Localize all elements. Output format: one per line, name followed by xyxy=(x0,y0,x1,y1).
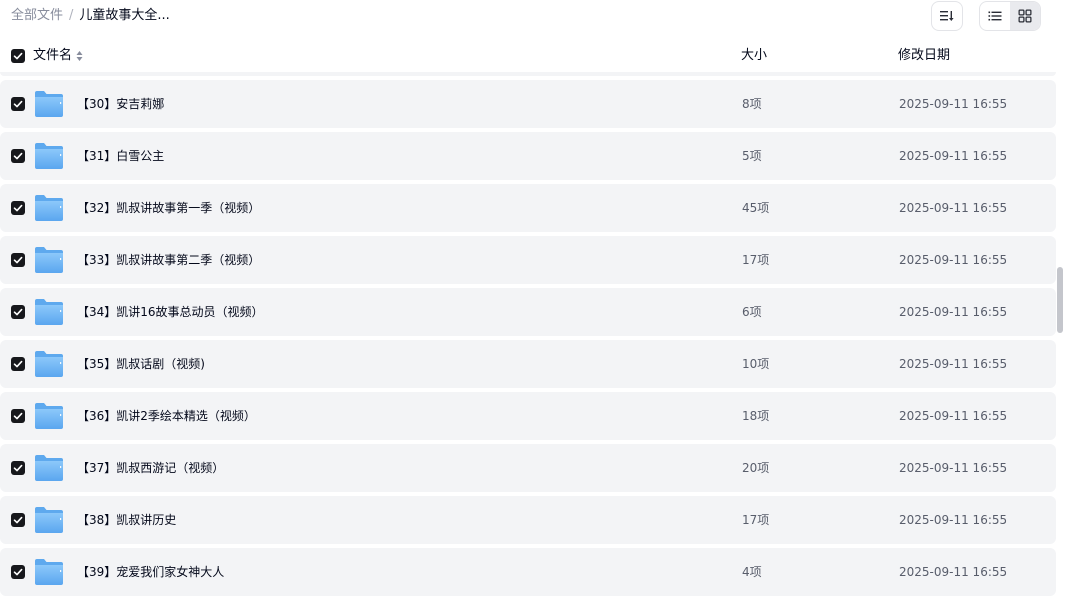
previous-row-edge xyxy=(0,72,1056,76)
file-modified: 2025-09-11 16:55 xyxy=(899,149,1008,163)
check-icon xyxy=(13,256,23,264)
file-name[interactable]: 【35】凯叔话剧（视频) xyxy=(77,355,205,373)
file-row[interactable]: 【30】安吉莉娜 8项 2025-09-11 16:55 xyxy=(0,80,1056,128)
row-checkbox[interactable] xyxy=(11,461,25,475)
sort-icon xyxy=(940,11,954,21)
row-checkbox[interactable] xyxy=(11,253,25,267)
file-size: 17项 xyxy=(742,253,770,267)
file-row[interactable]: 【37】凯叔西游记（视频） 20项 2025-09-11 16:55 xyxy=(0,444,1056,492)
folder-icon xyxy=(35,299,63,325)
file-name[interactable]: 【30】安吉莉娜 xyxy=(77,95,164,113)
file-modified: 2025-09-11 16:55 xyxy=(899,513,1008,527)
file-size: 4项 xyxy=(742,565,762,579)
file-row[interactable]: 【32】凯叔讲故事第一季（视频） 45项 2025-09-11 16:55 xyxy=(0,184,1056,232)
breadcrumb-current: 儿童故事大全... xyxy=(79,8,170,23)
file-size: 20项 xyxy=(742,461,770,475)
grid-view-icon xyxy=(1018,9,1032,23)
check-icon xyxy=(13,152,23,160)
file-size: 17项 xyxy=(742,513,770,527)
file-size: 10项 xyxy=(742,357,770,371)
file-size: 6项 xyxy=(742,305,762,319)
table-header: 文件名 大小 修改日期 xyxy=(0,40,1056,72)
folder-icon xyxy=(35,403,63,429)
column-header-size: 大小 xyxy=(741,48,768,63)
file-row[interactable]: 【35】凯叔话剧（视频) 10项 2025-09-11 16:55 xyxy=(0,340,1056,388)
file-name[interactable]: 【38】凯叔讲历史 xyxy=(77,511,176,529)
check-icon xyxy=(13,516,23,524)
file-row[interactable]: 【31】白雪公主 5项 2025-09-11 16:55 xyxy=(0,132,1056,180)
breadcrumb-root[interactable]: 全部文件 xyxy=(11,8,63,23)
folder-icon xyxy=(35,351,63,377)
file-modified: 2025-09-11 16:55 xyxy=(899,201,1008,215)
folder-icon xyxy=(35,559,63,585)
folder-icon xyxy=(35,91,63,117)
file-row[interactable]: 【38】凯叔讲历史 17项 2025-09-11 16:55 xyxy=(0,496,1056,544)
file-name[interactable]: 【31】白雪公主 xyxy=(77,147,164,165)
file-name[interactable]: 【33】凯叔讲故事第二季（视频） xyxy=(77,251,260,269)
list-view-icon xyxy=(988,11,1002,21)
check-icon xyxy=(13,360,23,368)
row-checkbox[interactable] xyxy=(11,149,25,163)
file-row[interactable]: 【39】宠爱我们家女神大人 4项 2025-09-11 16:55 xyxy=(0,548,1056,596)
breadcrumb-separator: / xyxy=(69,8,74,23)
check-icon xyxy=(13,464,23,472)
file-modified: 2025-09-11 16:55 xyxy=(899,305,1008,319)
file-name[interactable]: 【37】凯叔西游记（视频） xyxy=(77,459,224,477)
sort-arrows-icon[interactable] xyxy=(76,50,83,62)
check-icon xyxy=(13,308,23,316)
check-icon xyxy=(13,52,23,60)
file-modified: 2025-09-11 16:55 xyxy=(899,565,1008,579)
file-size: 18项 xyxy=(742,409,770,423)
check-icon xyxy=(13,412,23,420)
column-header-modified: 修改日期 xyxy=(898,48,951,63)
file-size: 5项 xyxy=(742,149,762,163)
select-all-checkbox[interactable] xyxy=(11,49,25,63)
view-switch xyxy=(979,1,1041,31)
file-row[interactable]: 【33】凯叔讲故事第二季（视频） 17项 2025-09-11 16:55 xyxy=(0,236,1056,284)
row-checkbox[interactable] xyxy=(11,305,25,319)
row-checkbox[interactable] xyxy=(11,201,25,215)
check-icon xyxy=(13,204,23,212)
scrollbar-thumb[interactable] xyxy=(1057,267,1063,333)
check-icon xyxy=(13,100,23,108)
grid-view-button[interactable] xyxy=(1010,2,1040,30)
file-list: 【30】安吉莉娜 8项 2025-09-11 16:55 【31】白雪公主 5项… xyxy=(0,80,1056,600)
file-modified: 2025-09-11 16:55 xyxy=(899,97,1008,111)
folder-icon xyxy=(35,507,63,533)
list-view-button[interactable] xyxy=(980,2,1010,30)
folder-icon xyxy=(35,247,63,273)
file-size: 8项 xyxy=(742,97,762,111)
file-name[interactable]: 【32】凯叔讲故事第一季（视频） xyxy=(77,199,260,217)
file-modified: 2025-09-11 16:55 xyxy=(899,357,1008,371)
file-row[interactable]: 【34】凯讲16故事总动员（视频） 6项 2025-09-11 16:55 xyxy=(0,288,1056,336)
folder-icon xyxy=(35,455,63,481)
folder-icon xyxy=(35,143,63,169)
file-modified: 2025-09-11 16:55 xyxy=(899,461,1008,475)
row-checkbox[interactable] xyxy=(11,565,25,579)
column-header-name[interactable]: 文件名 xyxy=(33,47,72,65)
file-name[interactable]: 【34】凯讲16故事总动员（视频） xyxy=(77,303,264,321)
sort-button[interactable] xyxy=(931,1,963,31)
file-size: 45项 xyxy=(742,201,770,215)
folder-icon xyxy=(35,195,63,221)
breadcrumb: 全部文件 / 儿童故事大全... xyxy=(11,7,170,25)
top-bar: 全部文件 / 儿童故事大全... xyxy=(0,0,1070,36)
row-checkbox[interactable] xyxy=(11,513,25,527)
row-checkbox[interactable] xyxy=(11,357,25,371)
file-name[interactable]: 【39】宠爱我们家女神大人 xyxy=(77,563,224,581)
check-icon xyxy=(13,568,23,576)
file-modified: 2025-09-11 16:55 xyxy=(899,253,1008,267)
file-modified: 2025-09-11 16:55 xyxy=(899,409,1008,423)
file-name[interactable]: 【36】凯讲2季绘本精选（视频） xyxy=(77,407,256,425)
row-checkbox[interactable] xyxy=(11,97,25,111)
row-checkbox[interactable] xyxy=(11,409,25,423)
file-row[interactable]: 【36】凯讲2季绘本精选（视频） 18项 2025-09-11 16:55 xyxy=(0,392,1056,440)
